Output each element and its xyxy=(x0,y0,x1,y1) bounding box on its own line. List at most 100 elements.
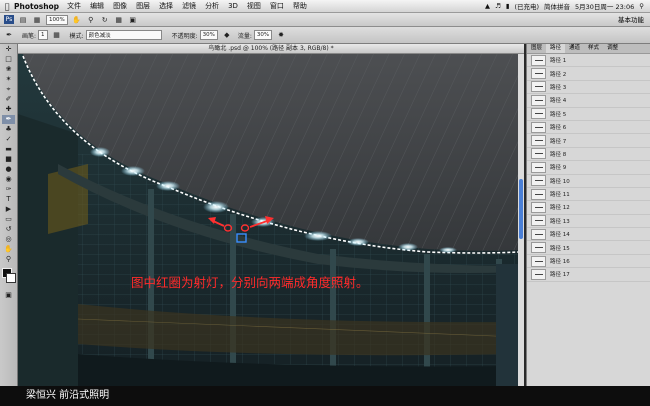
path-item[interactable]: 路径 1 xyxy=(527,54,650,68)
brush-panel-icon[interactable]: ▦ xyxy=(52,31,62,40)
background-color[interactable] xyxy=(6,273,16,283)
clock[interactable]: 5月30日周一 23:06 xyxy=(575,1,634,11)
bridge-icon[interactable]: ▤ xyxy=(18,15,28,24)
tab-styles[interactable]: 样式 xyxy=(584,44,603,53)
tab-layers[interactable]: 图层 xyxy=(527,44,546,53)
crop-tool-icon[interactable]: ⌖ xyxy=(2,85,15,94)
tablet-opacity-icon[interactable]: ◆ xyxy=(222,31,232,40)
path-name: 路径 4 xyxy=(550,98,567,105)
spotlight-icon[interactable]: ⚲ xyxy=(639,2,644,10)
type-tool-icon[interactable]: T xyxy=(2,195,15,204)
input-method[interactable]: 简体拼音 xyxy=(544,1,570,11)
path-item[interactable]: 路径 5 xyxy=(527,108,650,121)
menu-layer[interactable]: 图层 xyxy=(136,1,150,11)
quick-select-tool-icon[interactable]: ✶ xyxy=(2,75,15,84)
path-item[interactable]: 路径 11 xyxy=(527,188,650,202)
path-item[interactable]: 路径 4 xyxy=(527,94,650,108)
tab-channels[interactable]: 通道 xyxy=(565,44,584,53)
path-item[interactable]: 路径 17 xyxy=(527,268,650,282)
volume-icon[interactable]: ♬ xyxy=(495,2,501,10)
scrollbar-thumb[interactable] xyxy=(519,179,523,239)
zoom-tool-icon[interactable]: ⚲ xyxy=(86,15,96,24)
app-bar: Ps ▤ ▦ 100% ✋ ⚲ ↻ ▦ ▣ xyxy=(0,13,650,27)
document-title-bar[interactable]: 鸟瞰北 .psd @ 100% (路径 副本 3, RGB/8) * xyxy=(18,44,524,54)
opacity-input[interactable]: 30% xyxy=(199,30,218,40)
path-name: 路径 1 xyxy=(550,58,567,65)
brush-size-picker[interactable]: 1 xyxy=(38,30,48,40)
gradient-tool-icon[interactable]: ■ xyxy=(2,155,15,164)
shape-tool-icon[interactable]: ▭ xyxy=(2,215,15,224)
menu-image[interactable]: 图像 xyxy=(113,1,127,11)
mini-bridge-icon[interactable]: ▦ xyxy=(32,15,42,24)
opacity-label: 不透明度: xyxy=(171,32,198,40)
app-name[interactable]: Photoshop xyxy=(14,2,59,11)
menu-filter[interactable]: 滤镜 xyxy=(182,1,196,11)
menu-3d[interactable]: 3D xyxy=(228,2,238,10)
path-select-tool-icon[interactable]: ▶ xyxy=(2,205,15,214)
history-brush-tool-icon[interactable]: ✓ xyxy=(2,135,15,144)
menu-select[interactable]: 选择 xyxy=(159,1,173,11)
rotate-view-icon[interactable]: ↻ xyxy=(100,15,110,24)
3d-rotate-tool-icon[interactable]: ↺ xyxy=(2,225,15,234)
path-item[interactable]: 路径 10 xyxy=(527,175,650,188)
path-item[interactable]: 路径 7 xyxy=(527,134,650,148)
stamp-tool-icon[interactable]: ♣ xyxy=(2,125,15,134)
lasso-tool-icon[interactable]: ❀ xyxy=(2,65,15,74)
path-thumbnail xyxy=(531,215,546,227)
apple-icon[interactable]:  xyxy=(0,2,14,11)
tab-adjustments[interactable]: 调整 xyxy=(603,44,622,53)
wifi-icon[interactable]: ▲ xyxy=(485,2,490,10)
zoom-select[interactable]: 100% xyxy=(46,14,68,25)
path-thumbnail xyxy=(531,54,546,66)
path-item[interactable]: 路径 15 xyxy=(527,241,650,255)
path-item[interactable]: 路径 2 xyxy=(527,67,650,81)
flow-input[interactable]: 30% xyxy=(253,30,273,40)
screen-mode-icon[interactable]: ▣ xyxy=(128,15,138,24)
menu-help[interactable]: 帮助 xyxy=(293,1,307,11)
workspace-switcher[interactable]: 基本功能 xyxy=(618,14,644,24)
path-item[interactable]: 路径 16 xyxy=(527,255,650,269)
hand-tool-icon[interactable]: ✋ xyxy=(2,245,15,254)
3d-camera-tool-icon[interactable]: ◎ xyxy=(2,235,15,244)
menu-analysis[interactable]: 分析 xyxy=(205,1,219,11)
path-item[interactable]: 路径 12 xyxy=(527,201,650,215)
hand-tool-icon[interactable]: ✋ xyxy=(72,15,82,24)
blur-tool-icon[interactable]: ● xyxy=(2,165,15,174)
quick-mask-icon[interactable]: ▣ xyxy=(2,291,15,300)
battery-icon[interactable]: ▮ xyxy=(506,2,510,10)
marquee-tool-icon[interactable]: □ xyxy=(2,55,15,64)
status-area: ▲ ♬ ▮ (已充电) 简体拼音 5月30日周一 23:06 ⚲ xyxy=(485,1,650,11)
eyedropper-tool-icon[interactable]: ✐ xyxy=(2,95,15,104)
healing-tool-icon[interactable]: ✚ xyxy=(2,105,15,114)
path-item[interactable]: 路径 9 xyxy=(527,161,650,175)
tab-paths[interactable]: 路径 xyxy=(546,44,566,53)
brush-tool-icon[interactable]: ✒ xyxy=(2,115,15,124)
canvas-scrollbar[interactable] xyxy=(518,54,524,386)
menu-edit[interactable]: 编辑 xyxy=(90,1,104,11)
path-item[interactable]: 路径 14 xyxy=(527,228,650,242)
path-item[interactable]: 路径 13 xyxy=(527,215,650,229)
dodge-tool-icon[interactable]: ◉ xyxy=(2,175,15,184)
airbrush-icon[interactable]: ✸ xyxy=(276,31,286,40)
move-tool-icon[interactable]: ✛ xyxy=(2,45,15,54)
pen-tool-icon[interactable]: ✑ xyxy=(2,185,15,194)
path-thumbnail xyxy=(531,135,546,147)
menu-view[interactable]: 视图 xyxy=(247,1,261,11)
annotation-text: 图中红圈为射灯，分别向两端成角度照射。 xyxy=(131,275,369,290)
color-swatches[interactable] xyxy=(0,268,17,290)
eraser-tool-icon[interactable]: ▬ xyxy=(2,145,15,154)
brush-tool-icon[interactable]: ✒ xyxy=(4,31,14,40)
document-canvas[interactable]: 图中红圈为射灯，分别向两端成角度照射。 xyxy=(18,54,518,386)
path-item[interactable]: 路径 6 xyxy=(527,121,650,135)
arrange-docs-icon[interactable]: ▦ xyxy=(114,15,124,24)
path-item[interactable]: 路径 8 xyxy=(527,148,650,162)
stadium-render xyxy=(18,54,518,386)
caption-text: 梁恒兴 前沿式照明 xyxy=(26,390,110,401)
path-name: 路径 14 xyxy=(550,232,570,239)
ps-logo-icon: Ps xyxy=(4,15,14,24)
mode-select[interactable]: 颜色减淡 xyxy=(85,30,162,40)
path-item[interactable]: 路径 3 xyxy=(527,81,650,95)
zoom-tool-icon[interactable]: ⚲ xyxy=(2,255,15,264)
menu-window[interactable]: 窗口 xyxy=(270,1,284,11)
menu-file[interactable]: 文件 xyxy=(67,1,81,11)
